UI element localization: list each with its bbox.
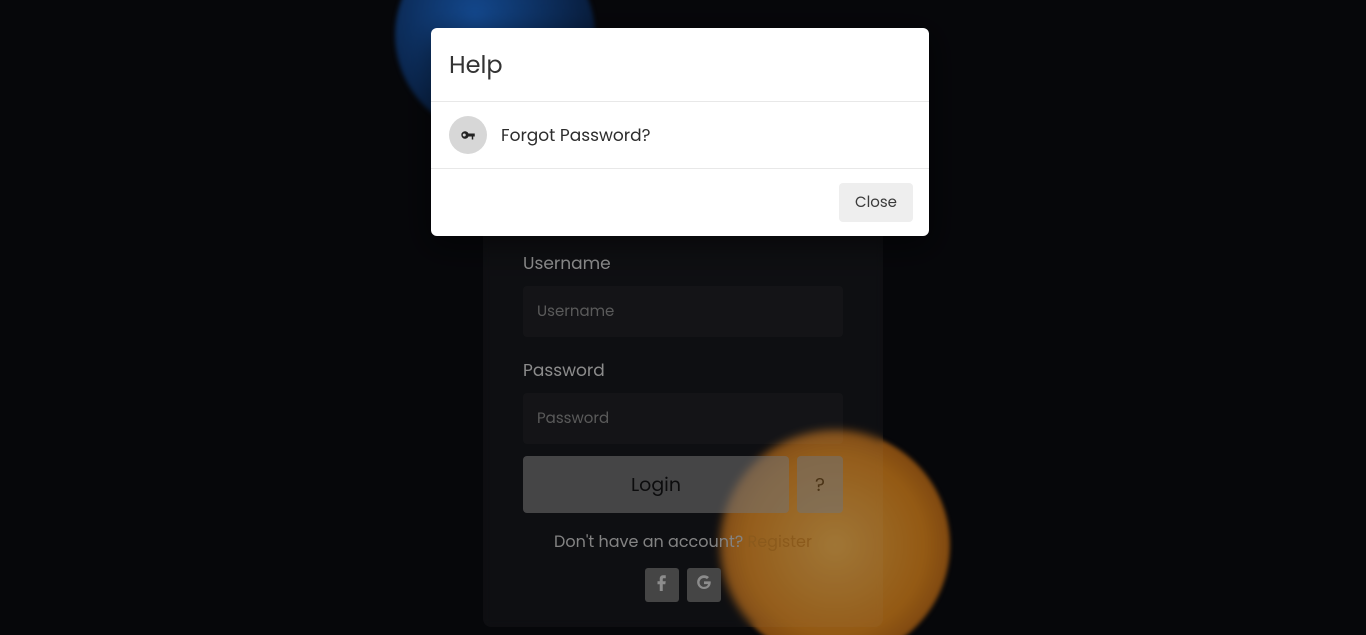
modal-footer: Close bbox=[431, 169, 929, 236]
forgot-password-link[interactable]: Forgot Password? bbox=[501, 122, 651, 148]
close-button[interactable]: Close bbox=[839, 183, 913, 222]
modal-header: Help bbox=[431, 28, 929, 102]
help-modal: Help Forgot Password? Close bbox=[431, 28, 929, 236]
modal-body: Forgot Password? bbox=[431, 102, 929, 169]
key-icon bbox=[449, 116, 487, 154]
modal-title: Help bbox=[449, 48, 911, 83]
